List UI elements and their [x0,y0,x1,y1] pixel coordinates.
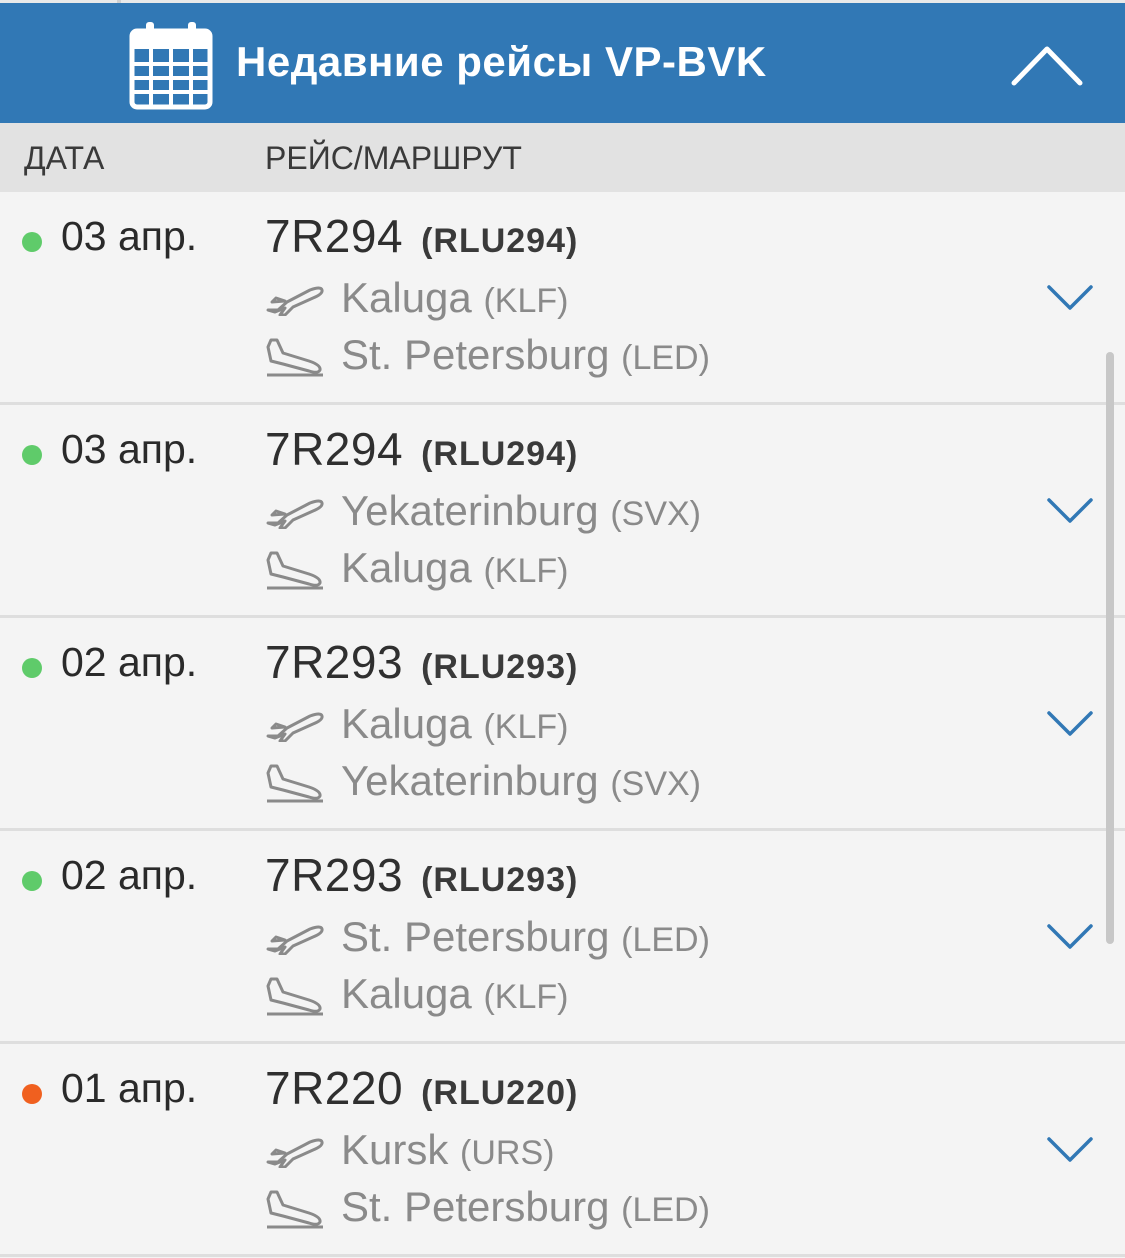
landing-icon [266,977,323,1016]
flights-list: 03 апр. 7R294 (RLU294) Kaluga (KLF) St. P… [0,192,1125,1258]
column-route-label: РЕЙС/МАРШРУТ [265,140,522,176]
flight-number: 7R294 [265,423,404,475]
arrival-city: Kaluga [341,544,472,591]
flight-date: 03 апр. [61,426,198,472]
status-dot [22,232,42,252]
flight-callsign: (RLU294) [421,435,579,473]
chevron-down-icon[interactable] [1046,710,1094,738]
arrival-code: (LED) [621,339,710,377]
flight-id: 7R220 (RLU220) [265,1061,578,1115]
departure-code: (URS) [460,1134,555,1172]
flight-number: 7R293 [265,849,404,901]
chevron-down-icon[interactable] [1046,1136,1094,1164]
departure-city: St. Petersburg [341,913,610,960]
takeoff-icon [266,925,324,955]
column-date-label: ДАТА [24,140,105,176]
arrival-code: (KLF) [483,978,569,1016]
calendar-icon [129,22,213,110]
takeoff-icon [266,1138,324,1168]
status-dot [22,445,42,465]
departure-city: Kaluga [341,274,472,321]
arrival-city: Kaluga [341,970,472,1017]
flight-row[interactable]: 02 апр. 7R293 (RLU293) St. Petersburg (LE… [0,831,1125,1044]
flight-number: 7R220 [265,1062,404,1114]
departure-city: Kaluga [341,700,472,747]
landing-icon [266,764,323,803]
landing-icon [266,551,323,590]
landing-icon [266,1190,323,1229]
takeoff-icon [266,286,324,316]
flight-id: 7R293 (RLU293) [265,848,578,902]
flight-callsign: (RLU293) [421,648,579,686]
flight-number: 7R294 [265,210,404,262]
scrollbar[interactable] [1106,352,1114,944]
departure-code: (LED) [621,921,710,959]
arrival-code: (KLF) [483,552,569,590]
departure-code: (KLF) [483,282,569,320]
flight-date: 02 апр. [61,639,198,685]
flight-row[interactable]: 03 апр. 7R294 (RLU294) Kaluga (KLF) St. P… [0,192,1125,405]
flight-number: 7R293 [265,636,404,688]
departure-city: Yekaterinburg [341,487,599,534]
flight-id: 7R294 (RLU294) [265,209,578,263]
arrival-city: St. Petersburg [341,1183,610,1230]
flight-date: 01 апр. [61,1065,198,1111]
landing-icon [266,338,323,377]
status-dot [22,1084,42,1104]
departure-code: (SVX) [610,495,701,533]
status-dot [22,871,42,891]
chevron-down-icon[interactable] [1046,284,1094,312]
chevron-down-icon[interactable] [1046,923,1094,951]
flight-date: 02 апр. [61,852,198,898]
status-dot [22,658,42,678]
takeoff-icon [266,499,324,529]
flight-callsign: (RLU294) [421,222,579,260]
departure-code: (KLF) [483,708,569,746]
flight-row[interactable]: 03 апр. 7R294 (RLU294) Yekaterinburg (SVX… [0,405,1125,618]
column-header: ДАТА РЕЙС/МАРШРУТ [0,123,1125,192]
flight-callsign: (RLU293) [421,861,579,899]
header-title: Недавние рейсы VP-BVK [236,38,767,85]
flight-row[interactable]: 01 апр. 7R220 (RLU220) Kursk (URS) St. Pe… [0,1044,1125,1257]
arrival-city: St. Petersburg [341,331,610,378]
flight-id: 7R293 (RLU293) [265,635,578,689]
arrival-code: (LED) [621,1191,710,1229]
arrival-city: Yekaterinburg [341,757,599,804]
flight-row[interactable]: 02 апр. 7R293 (RLU293) Kaluga (KLF) Yekat… [0,618,1125,831]
arrival-code: (SVX) [610,765,701,803]
flight-callsign: (RLU220) [421,1074,579,1112]
chevron-up-icon[interactable] [1010,43,1084,87]
flight-date: 03 апр. [61,213,198,259]
recent-flights-header[interactable]: Недавние рейсы VP-BVK [0,3,1125,123]
takeoff-icon [266,712,324,742]
chevron-down-icon[interactable] [1046,497,1094,525]
departure-city: Kursk [341,1126,449,1173]
flight-id: 7R294 (RLU294) [265,422,578,476]
